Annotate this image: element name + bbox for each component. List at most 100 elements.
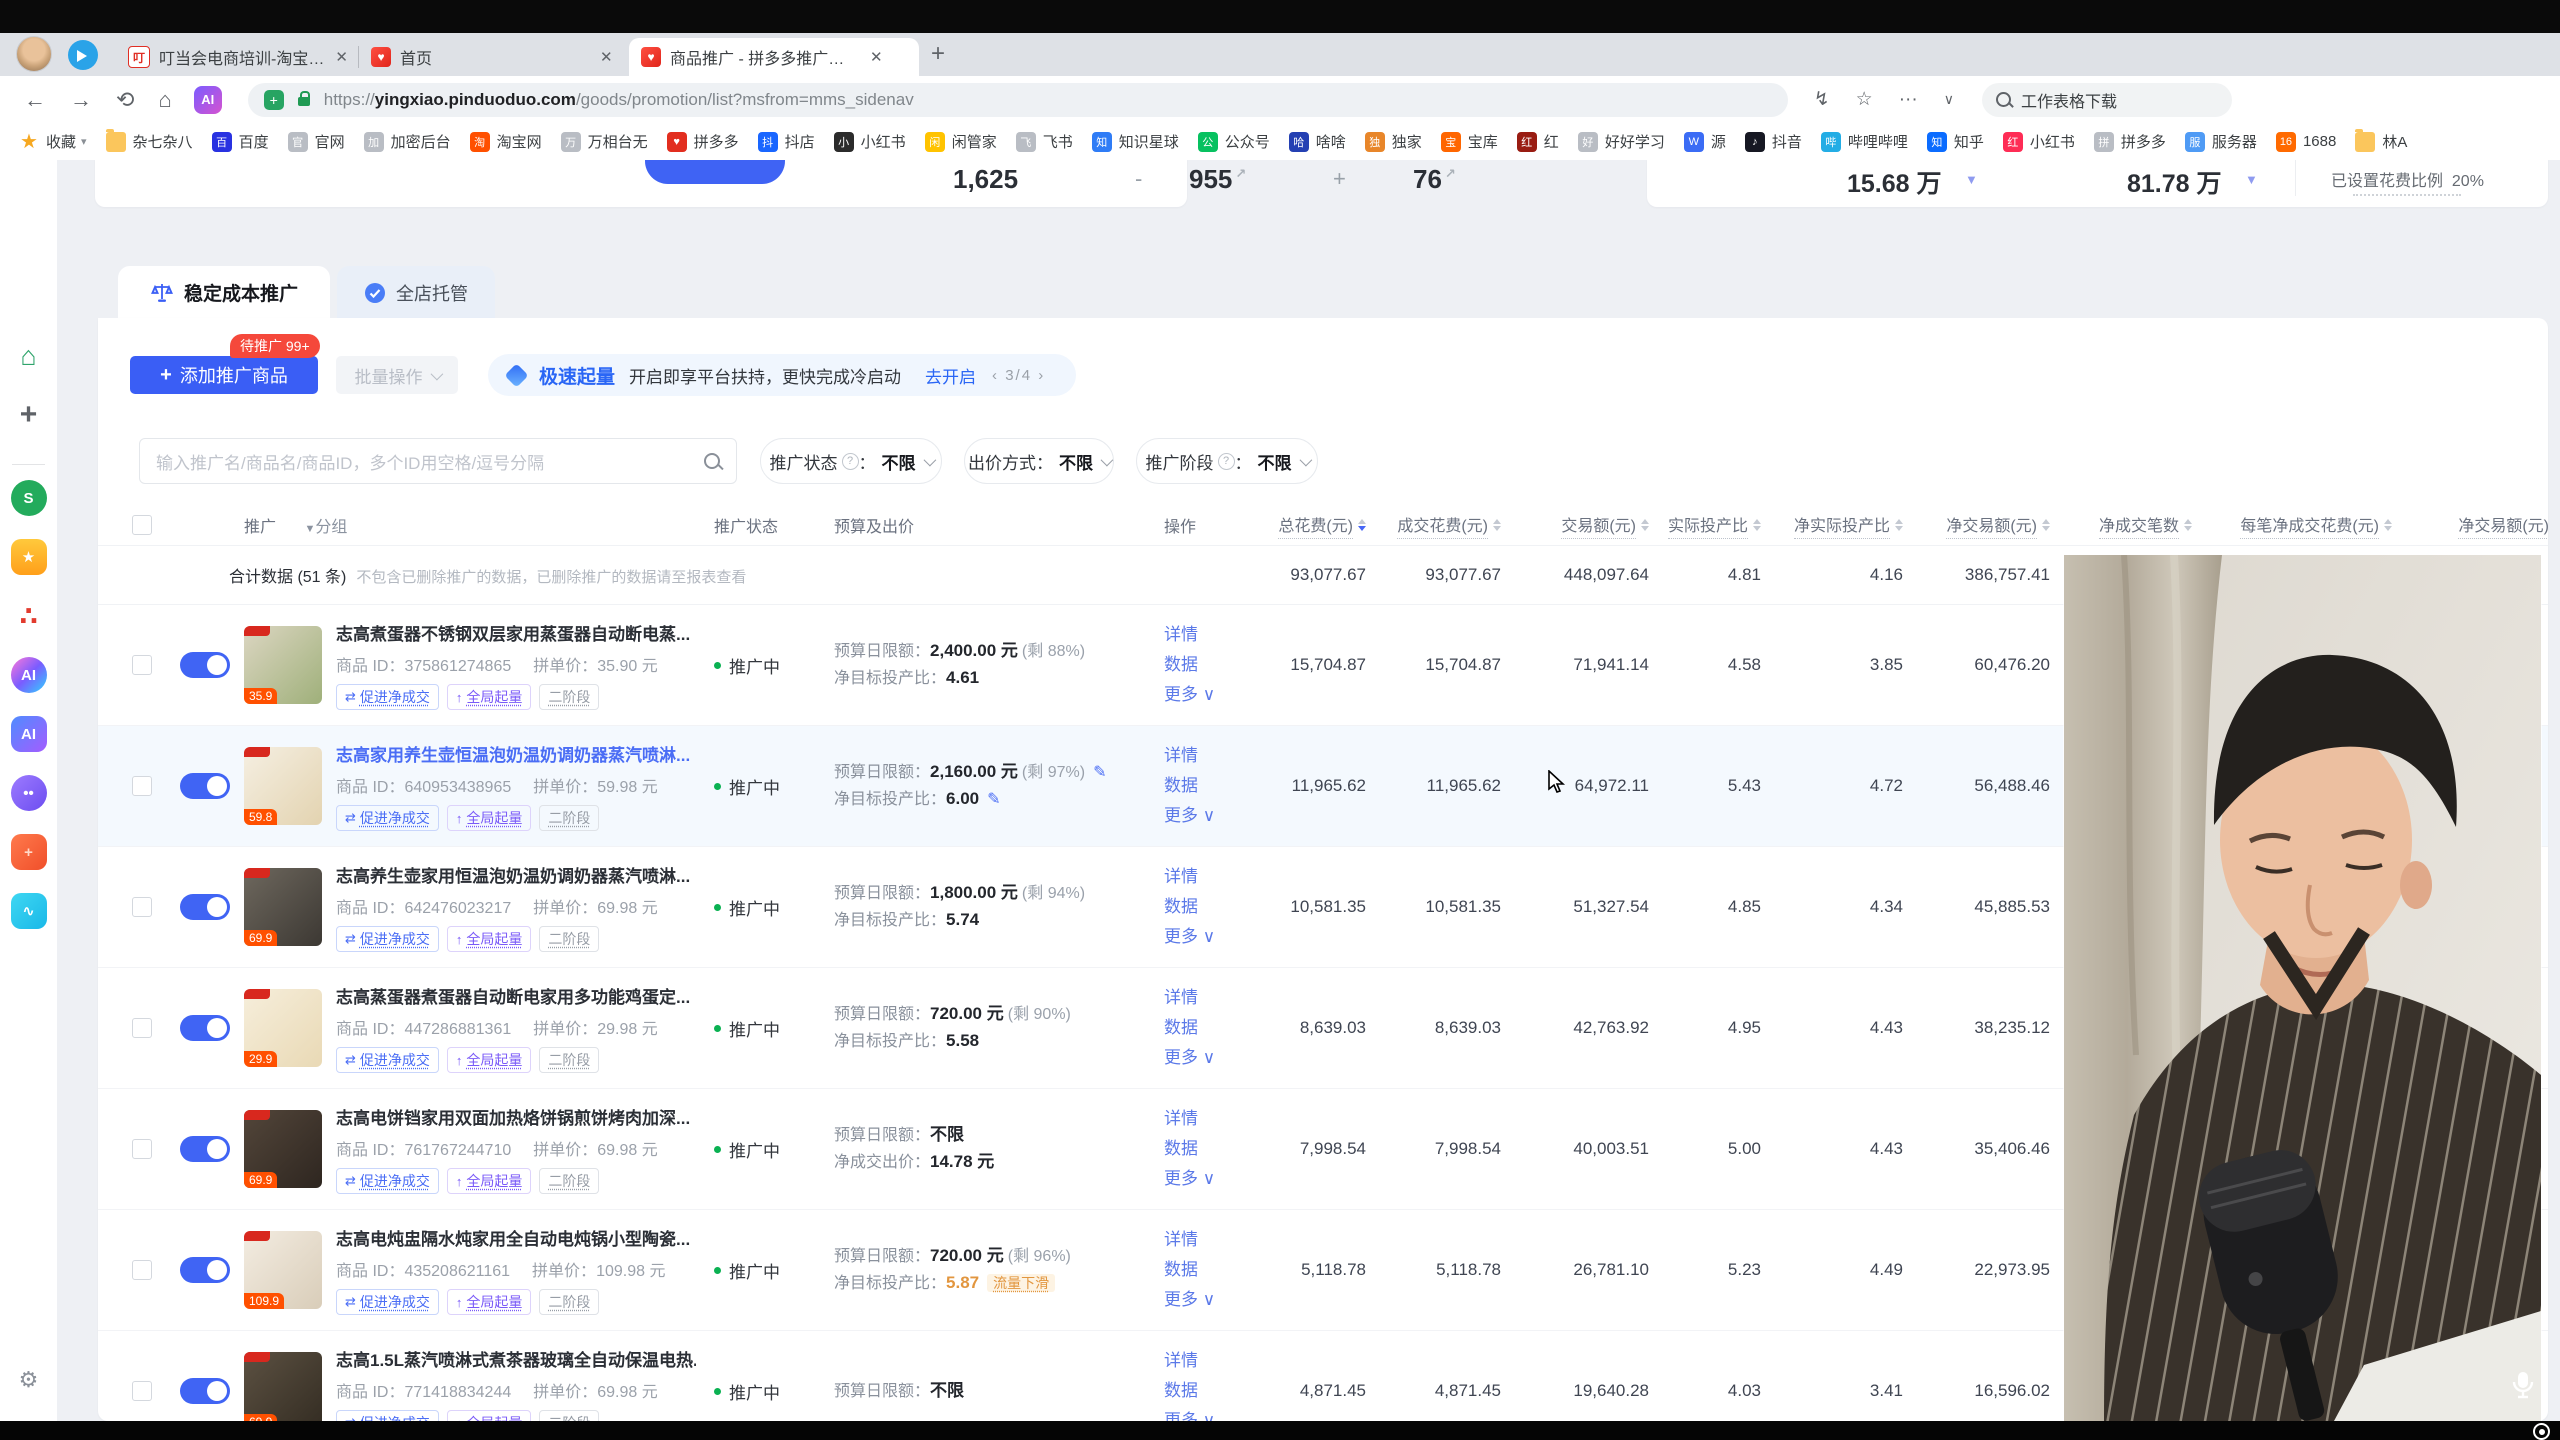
tag-gray[interactable]: 二阶段 [539, 1289, 599, 1315]
browser-tab-active[interactable]: ♥ 商品推广 - 拼多多推广平台 ✕ [629, 38, 919, 76]
promo-search-input[interactable]: 输入推广名/商品名/商品ID，多个ID用空格/逗号分隔 [139, 438, 737, 484]
sort-arrows-icon[interactable] [1753, 519, 1761, 531]
op-link-详情[interactable]: 详情 [1164, 741, 1264, 771]
bookmark-item[interactable]: 杂七杂八 [106, 131, 193, 152]
tag-blue[interactable]: ⇄促进净成交 [336, 926, 439, 952]
settings-gear-icon[interactable]: ⚙ [19, 1367, 39, 1393]
bookmark-item[interactable]: 161688 [2276, 132, 2336, 152]
tag-blue[interactable]: ⇄促进净成交 [336, 1410, 439, 1421]
bookmark-item[interactable]: 拼拼多多 [2094, 131, 2166, 152]
sort-triangle-icon[interactable]: ▼ [1965, 172, 1978, 187]
row-checkbox[interactable] [132, 1260, 152, 1280]
product-title[interactable]: 志高1.5L蒸汽喷淋式煮茶器玻璃全自动保温电热... [336, 1346, 696, 1371]
op-link-更多[interactable]: 更多 ∨ [1164, 680, 1264, 710]
gamepad-icon[interactable]: + [11, 834, 47, 870]
bookmark-item[interactable]: 林A [2355, 131, 2407, 152]
op-link-更多[interactable]: 更多 ∨ [1164, 801, 1264, 831]
bookmark-item[interactable]: 哈啥啥 [1289, 131, 1346, 152]
ai-square-icon[interactable]: AI [11, 716, 47, 752]
telegram-icon[interactable] [68, 40, 98, 70]
op-link-数据[interactable]: 数据 [1164, 650, 1264, 680]
bookmark-item[interactable]: 飞飞书 [1016, 131, 1073, 152]
tag-blue[interactable]: ⇄促进净成交 [336, 1289, 439, 1315]
tag-purple[interactable]: ↑全局起量 [447, 1047, 532, 1073]
new-tab-button[interactable]: + [931, 40, 945, 68]
sort-arrows-icon[interactable] [2042, 519, 2050, 531]
tag-gray[interactable]: 二阶段 [539, 926, 599, 952]
op-link-详情[interactable]: 详情 [1164, 983, 1264, 1013]
bookmark-item[interactable]: 小小红书 [834, 131, 906, 152]
profile-avatar[interactable] [16, 36, 52, 72]
toolbar-search[interactable]: 工作表格下载 [1982, 83, 2232, 117]
star-icon[interactable]: ★ [11, 539, 47, 575]
header-metric[interactable]: 净成交笔数 [2099, 512, 2200, 539]
more-menu-icon[interactable]: ··· [1899, 89, 1918, 111]
promo-toggle[interactable] [180, 1136, 230, 1162]
promo-toggle[interactable] [180, 1257, 230, 1283]
product-image[interactable]: 109.9 [244, 1231, 322, 1309]
product-title[interactable]: 志高蒸蛋器煮蛋器自动断电家用多功能鸡蛋定... [336, 983, 690, 1008]
bookmark-item[interactable]: 百百度 [212, 131, 269, 152]
sort-arrows-icon[interactable] [1641, 519, 1649, 531]
sort-arrows-icon[interactable] [2184, 519, 2192, 531]
op-link-更多[interactable]: 更多 ∨ [1164, 1285, 1264, 1315]
cut-blue-button[interactable] [645, 160, 785, 184]
bookmark-item[interactable]: 知知识星球 [1092, 131, 1179, 152]
header-metric[interactable]: 净交易额(元) [2458, 512, 2548, 539]
bookmark-item[interactable]: 闲闲管家 [925, 131, 997, 152]
op-link-详情[interactable]: 详情 [1164, 1225, 1264, 1255]
header-metric[interactable]: 总花费(元) [1278, 512, 1374, 539]
product-title[interactable]: 志高电炖盅隔水炖家用全自动电炖锅小型陶瓷... [336, 1225, 690, 1250]
bookmark-item[interactable]: 加加密后台 [364, 131, 451, 152]
row-checkbox[interactable] [132, 1139, 152, 1159]
bookmark-item[interactable]: W源 [1684, 131, 1726, 152]
bookmark-item[interactable]: 好好好学习 [1578, 131, 1665, 152]
close-tab-icon[interactable]: ✕ [335, 48, 348, 66]
filter-promo-stage[interactable]: 推广阶段?：不限 [1136, 438, 1318, 484]
forward-icon[interactable]: → [70, 87, 92, 113]
extension-shield-icon[interactable]: + [264, 90, 284, 110]
sort-triangle-icon[interactable]: ▼ [2245, 172, 2258, 187]
reload-icon[interactable]: ⟲ [116, 87, 134, 113]
bookmark-item[interactable]: 知知乎 [1927, 131, 1984, 152]
promo-toggle[interactable] [180, 1378, 230, 1404]
op-link-详情[interactable]: 详情 [1164, 620, 1264, 650]
op-link-更多[interactable]: 更多 ∨ [1164, 1043, 1264, 1073]
tag-blue[interactable]: ⇄促进净成交 [336, 1047, 439, 1073]
group-filter[interactable]: ▼分组 [304, 519, 347, 536]
edit-budget-icon[interactable]: ✎ [1093, 764, 1106, 781]
bookmark-item[interactable]: 淘淘宝网 [470, 131, 542, 152]
bookmark-item[interactable]: 宝宝库 [1441, 131, 1498, 152]
row-checkbox[interactable] [132, 655, 152, 675]
op-link-详情[interactable]: 详情 [1164, 1346, 1264, 1376]
op-link-数据[interactable]: 数据 [1164, 1376, 1264, 1406]
sort-arrows-icon[interactable] [1895, 519, 1903, 531]
tag-gray[interactable]: 二阶段 [539, 805, 599, 831]
row-checkbox[interactable] [132, 776, 152, 796]
header-metric[interactable]: 交易额(元) [1561, 512, 1657, 539]
product-image[interactable]: 69.9 [244, 1110, 322, 1188]
op-link-更多[interactable]: 更多 ∨ [1164, 1406, 1264, 1421]
close-tab-icon[interactable]: ✕ [600, 48, 613, 66]
header-metric[interactable]: 实际投产比 [1668, 512, 1769, 539]
tag-purple[interactable]: ↑全局起量 [447, 926, 532, 952]
home-icon[interactable]: ⌂ [11, 338, 47, 374]
sort-arrows-icon[interactable] [1358, 519, 1366, 531]
banner-pager[interactable]: ‹ 3/4 › [992, 367, 1045, 384]
product-image[interactable]: 35.9 [244, 626, 322, 704]
tab-stable-cost-promo[interactable]: 稳定成本推广 [118, 266, 330, 319]
bookmark-item[interactable]: 服服务器 [2185, 131, 2257, 152]
product-image[interactable]: 69.9 [244, 868, 322, 946]
record-target-icon[interactable] [2533, 1423, 2550, 1440]
tag-purple[interactable]: ↑全局起量 [447, 1410, 532, 1421]
promo-toggle[interactable] [180, 652, 230, 678]
bookmark-item[interactable]: 红小红书 [2003, 131, 2075, 152]
traffic-drop-badge[interactable]: 流量下滑 [987, 1274, 1055, 1292]
select-all-checkbox[interactable] [132, 515, 152, 535]
tag-gray[interactable]: 二阶段 [539, 1047, 599, 1073]
product-image[interactable]: 29.9 [244, 989, 322, 1067]
bookmark-item[interactable]: 官官网 [288, 131, 345, 152]
tag-gray[interactable]: 二阶段 [539, 1410, 599, 1421]
op-link-数据[interactable]: 数据 [1164, 892, 1264, 922]
product-title[interactable]: 志高煮蛋器不锈钢双层家用蒸蛋器自动断电蒸... [336, 620, 690, 645]
